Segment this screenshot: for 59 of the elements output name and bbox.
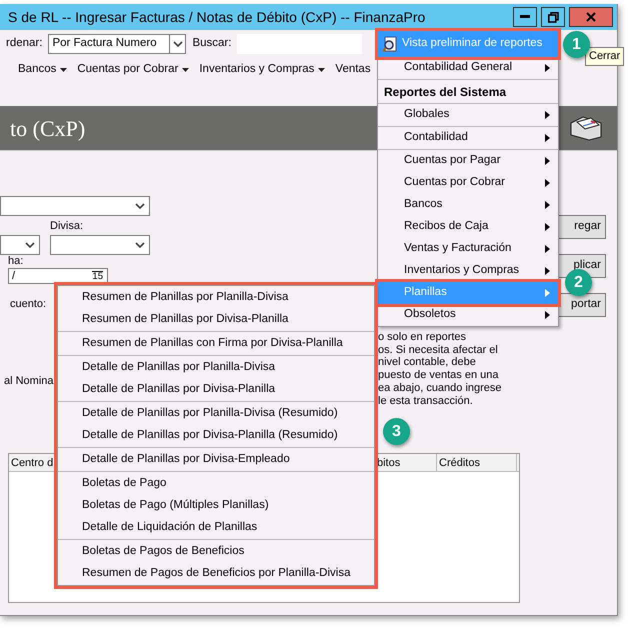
- chevron-down-icon: [135, 203, 145, 209]
- menu-section-header: Reportes del Sistema: [378, 79, 558, 104]
- field-label: Divisa:: [50, 219, 84, 234]
- date-field[interactable]: / 15: [8, 268, 108, 284]
- help-text: o solo en reportes os. Si necesita afectar el nivel contable, debe puesto de ventas en una ea abajo, cuando ingrese le esta transacción.: [378, 331, 503, 408]
- restore-button[interactable]: [541, 7, 565, 27]
- submenu-item[interactable]: Detalle de Planillas por Divisa-Planilla: [58, 379, 374, 401]
- submenu-item[interactable]: Resumen de Planillas por Planilla-Divisa: [58, 287, 374, 309]
- field-label: cuento:: [10, 297, 46, 312]
- minimize-button[interactable]: [513, 7, 537, 27]
- close-icon: [586, 12, 596, 22]
- form-button[interactable]: portar: [556, 293, 606, 317]
- dropdown-field[interactable]: [0, 235, 40, 255]
- menu-item[interactable]: Cuentas por Cobrar: [378, 172, 558, 194]
- chevron-down-icon: [135, 242, 145, 248]
- menu-item[interactable]: Contabilidad: [378, 126, 558, 149]
- sort-dropdown[interactable]: Por Factura Numero: [48, 34, 186, 54]
- menu-item[interactable]: Obsoletos: [378, 304, 558, 326]
- submenu-item[interactable]: Detalle de Planillas por Planilla-Divisa (Resumido): [58, 401, 374, 425]
- minimize-icon: [520, 15, 530, 19]
- dropdown-field[interactable]: [0, 196, 150, 216]
- submenu-item[interactable]: Detalle de Liquidación de Planillas: [58, 517, 374, 539]
- sort-label: rdenar:: [6, 36, 42, 52]
- submenu-item[interactable]: Boletas de Pagos de Beneficios: [58, 539, 374, 563]
- submenu-item[interactable]: Detalle de Planillas por Divisa-Planilla (Resumido): [58, 425, 374, 447]
- field-label: al Nomina: [4, 374, 54, 389]
- search-label: Buscar:: [192, 36, 232, 52]
- restore-icon: [548, 12, 558, 22]
- field-label: ha:: [8, 255, 24, 267]
- chevron-down-icon: [25, 242, 35, 248]
- column-header[interactable]: Centro d: [11, 457, 54, 469]
- menu-item[interactable]: Inventarios y Compras: [199, 61, 326, 79]
- menu-item[interactable]: Recibos de Caja: [378, 216, 558, 238]
- menu-item[interactable]: Inventarios y Compras: [378, 260, 558, 282]
- submenu-item[interactable]: Resumen de Planillas por Divisa-Planilla: [58, 309, 374, 331]
- menu-item[interactable]: Globales: [378, 104, 558, 126]
- close-button[interactable]: [569, 7, 613, 27]
- submenu-item[interactable]: Boletas de Pago: [58, 471, 374, 495]
- menu-item[interactable]: Bancos: [18, 61, 68, 79]
- menu-item[interactable]: Cuentas por Pagar: [378, 149, 558, 172]
- window-title: S de RL -- Ingresar Facturas / Notas de Débito (CxP) -- FinanzaPro: [8, 8, 426, 27]
- folder-icon: [569, 115, 603, 141]
- form-button[interactable]: regar: [556, 215, 606, 239]
- submenu-item[interactable]: Boletas de Pago (Múltiples Planillas): [58, 495, 374, 517]
- chevron-down-icon: [172, 41, 183, 47]
- tooltip: Cerrar: [585, 47, 624, 66]
- menu-item[interactable]: Bancos: [378, 194, 558, 216]
- menu-item[interactable]: Contabilidad General: [378, 57, 558, 79]
- menu-item[interactable]: Cuentas por Cobrar: [77, 61, 190, 79]
- dropdown-field[interactable]: [50, 235, 150, 255]
- submenu-item[interactable]: Resumen de Pagos de Beneficios por Planilla-Divisa: [58, 563, 374, 585]
- page-heading: to (CxP): [10, 114, 86, 143]
- column-header[interactable]: Créditos: [439, 457, 480, 469]
- magnifier-icon: [382, 36, 398, 52]
- submenu-item[interactable]: Resumen de Planillas con Firma por Divisa-Planilla: [58, 331, 374, 355]
- menu-item[interactable]: Ventas: [335, 61, 371, 79]
- submenu-item[interactable]: Detalle de Planillas por Divisa-Empleado: [58, 447, 374, 471]
- submenu-item[interactable]: Detalle de Planillas por Planilla-Divisa: [58, 355, 374, 379]
- menu-item[interactable]: Ventas y Facturación: [378, 238, 558, 260]
